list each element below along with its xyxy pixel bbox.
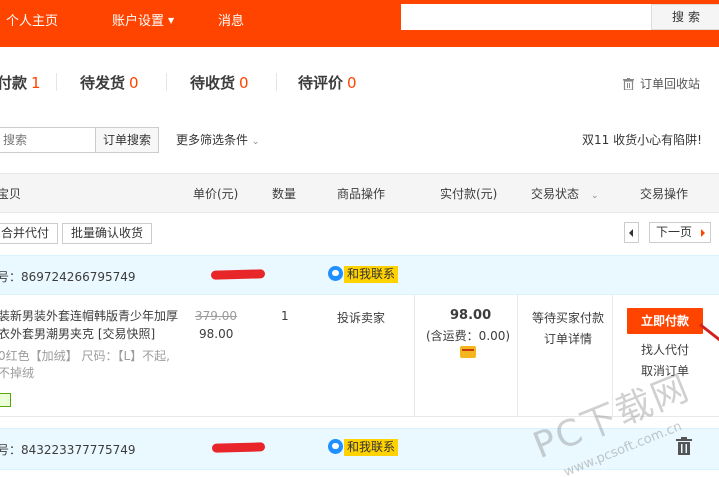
batch-confirm-receipt-button[interactable]: 批量确认收货 — [62, 223, 153, 244]
next-page-label: 下一页 — [656, 225, 693, 239]
original-price: 379.00 — [195, 309, 237, 323]
shipping-fee: (含运费：0.00) — [426, 329, 511, 343]
column-divider — [517, 295, 518, 417]
order-search-input[interactable] — [0, 127, 96, 153]
item-quantity: 1 — [281, 309, 289, 323]
delete-order-trash-icon[interactable] — [676, 437, 692, 455]
next-page-button[interactable]: 下一页 — [649, 222, 711, 243]
tab-label: 待发货 — [80, 74, 126, 92]
paid-amount: 98.00 — [450, 308, 492, 323]
nav-home[interactable]: 个人主页 — [6, 10, 58, 29]
column-quantity: 数量 — [272, 187, 297, 201]
contact-seller-button[interactable]: 和我联系 — [328, 266, 399, 283]
double11-notice-link[interactable]: 双11 收货小心有陷阱! — [582, 131, 702, 148]
recycle-bin-label: 订单回收站 — [640, 77, 701, 91]
tab-label: 待评价 — [298, 74, 344, 92]
find-friend-pay-link[interactable]: 找人代付 — [641, 341, 689, 358]
service-tag-icon — [0, 393, 11, 407]
redacted-shop-name — [211, 442, 266, 453]
redacted-shop-name — [210, 269, 266, 280]
column-paid-amount: 实付款(元) — [440, 187, 498, 201]
column-item: 宝贝 — [0, 187, 22, 201]
item-title-link[interactable]: 装新男装外套连帽韩版青少年加厚衣外套男潮男夹克 [交易快照] — [0, 307, 180, 343]
chevron-down-icon: ⌄ — [251, 137, 260, 147]
contact-seller-label: 和我联系 — [344, 439, 399, 456]
column-item-actions: 商品操作 — [337, 187, 386, 201]
tab-label: 付款 — [0, 74, 28, 92]
tab-pending-shipment[interactable]: 待发货 0 — [80, 72, 139, 93]
more-filters-label: 更多筛选条件 — [176, 133, 249, 147]
chevron-down-icon: ▼ — [168, 16, 175, 25]
tab-pending-payment[interactable]: 付款 1 — [0, 72, 41, 93]
complain-seller-link[interactable]: 投诉卖家 — [337, 309, 385, 326]
tab-count: 1 — [31, 74, 41, 92]
tab-divider — [276, 73, 277, 91]
order-recycle-bin-link[interactable]: 订单回收站 — [623, 75, 700, 92]
chevron-right-icon — [701, 229, 705, 237]
nav-account-settings[interactable]: 账户设置 ▼ — [112, 10, 174, 29]
search-input[interactable] — [401, 4, 651, 30]
tab-pending-review[interactable]: 待评价 0 — [298, 72, 357, 93]
more-filters-dropdown[interactable]: 更多筛选条件 ⌄ — [176, 131, 259, 148]
merge-pay-button[interactable]: 合并代付 — [0, 223, 59, 244]
chat-bubble-icon — [328, 439, 343, 454]
tab-divider — [56, 73, 57, 91]
payment-card-icon — [460, 346, 476, 358]
column-trade-actions: 交易操作 — [640, 187, 689, 201]
order-search-button[interactable]: 订单搜索 — [95, 127, 159, 153]
column-divider — [414, 295, 415, 417]
prev-page-button[interactable] — [624, 222, 639, 243]
chat-bubble-icon — [328, 266, 343, 281]
order-details-link[interactable]: 订单详情 — [544, 330, 592, 347]
tab-count: 0 — [129, 74, 139, 92]
column-unit-price: 单价(元) — [193, 187, 239, 201]
order-page: 个人主页 账户设置 ▼ 消息 搜索 付款 1 待发货 0 待收货 0 待评价 0 订单回收… — [0, 0, 719, 477]
trade-status: 等待买家付款 — [532, 311, 605, 325]
contact-seller-label: 和我联系 — [344, 266, 399, 283]
tab-count: 0 — [239, 74, 249, 92]
trash-icon — [623, 78, 634, 90]
order-number: 号：869724266795749 — [0, 270, 136, 284]
unit-price: 98.00 — [199, 327, 234, 341]
search-button[interactable]: 搜索 — [651, 4, 719, 30]
contact-seller-button[interactable]: 和我联系 — [328, 439, 399, 456]
item-sku: 0红色【加绒】 尺码：【L】不起,不掉绒 — [0, 349, 170, 380]
pay-now-button[interactable]: 立即付款 — [627, 308, 703, 334]
column-trade-status[interactable]: 交易状态 ⌄ — [531, 185, 599, 202]
chevron-down-icon: ⌄ — [591, 191, 599, 201]
tab-label: 待收货 — [190, 74, 236, 92]
column-trade-status-label: 交易状态 — [531, 187, 580, 201]
order-number: 号：843223377775749 — [0, 443, 136, 457]
tab-pending-receipt[interactable]: 待收货 0 — [190, 72, 249, 93]
nav-messages[interactable]: 消息 — [218, 10, 244, 29]
nav-account-settings-label: 账户设置 — [112, 14, 165, 29]
tab-count: 0 — [347, 74, 357, 92]
tab-divider — [166, 73, 167, 91]
